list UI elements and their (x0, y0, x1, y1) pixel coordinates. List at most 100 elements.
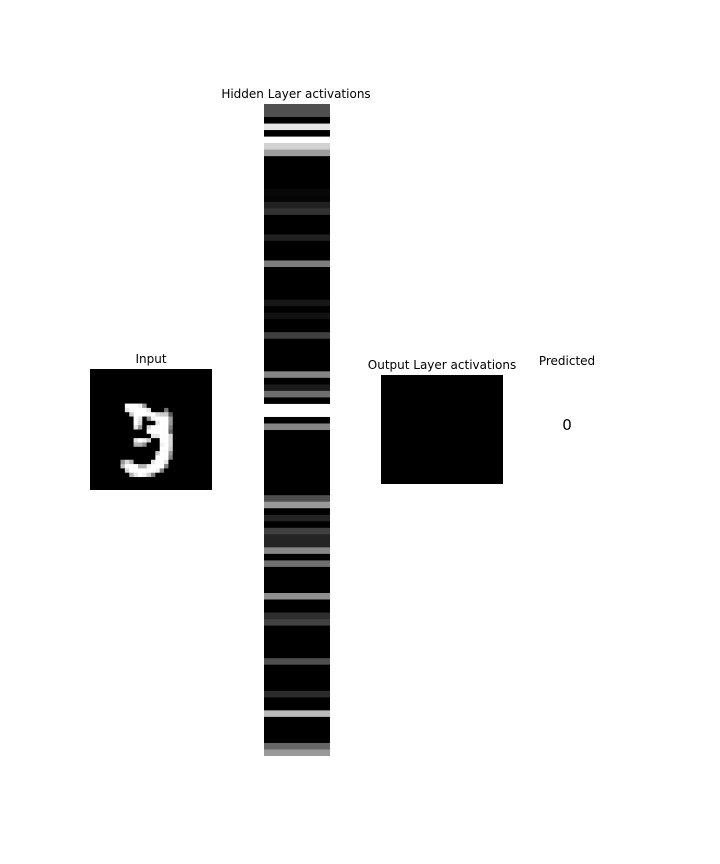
input-pixel-cell (181, 485, 187, 490)
input-pixel-cell (137, 451, 143, 456)
input-pixel-cell (151, 390, 156, 396)
input-pixel-cell (207, 433, 212, 439)
output-unit-cell (490, 375, 503, 387)
input-pixel-cell (120, 451, 126, 456)
input-pixel-cell (111, 468, 117, 474)
output-unit-cell (429, 429, 443, 441)
input-pixel-cell (107, 481, 113, 486)
hidden-unit-cell (264, 201, 330, 209)
input-pixel-cell (155, 373, 161, 378)
input-pixel-cell (203, 394, 208, 400)
input-pixel-cell (172, 459, 178, 465)
input-pixel-cell (124, 459, 130, 465)
input-pixel-cell (155, 433, 161, 439)
input-pixel-cell (142, 438, 147, 443)
input-pixel-cell (203, 399, 208, 404)
input-pixel-cell (194, 416, 200, 422)
input-pixel-cell (146, 459, 152, 465)
input-pixel-cell (207, 369, 212, 374)
input-pixel-cell (90, 477, 95, 482)
input-pixel-cell (151, 425, 156, 430)
output-unit-cell (454, 429, 467, 441)
input-pixel-cell (90, 369, 95, 374)
hidden-unit-cell (264, 299, 330, 307)
input-pixel-cell (133, 429, 139, 435)
input-pixel-cell (203, 451, 208, 456)
input-pixel-cell (185, 407, 191, 413)
input-pixel-cell (168, 429, 174, 435)
output-unit-cell (442, 429, 455, 441)
input-pixel-cell (151, 446, 156, 452)
output-unit-cell (442, 407, 455, 419)
input-pixel-cell (133, 381, 139, 387)
input-pixel-cell (133, 446, 139, 452)
input-pixel-cell (98, 451, 104, 456)
hidden-unit-cell (264, 443, 330, 450)
hidden-unit-cell (264, 553, 330, 561)
input-pixel-cell (181, 459, 187, 465)
hidden-unit-cell (264, 188, 330, 196)
hidden-unit-cell (264, 397, 330, 405)
input-pixel-cell (111, 377, 117, 383)
input-pixel-cell (172, 412, 178, 417)
input-pixel-cell (194, 373, 200, 378)
hidden-unit-cell (264, 345, 330, 353)
input-pixel-cell (151, 433, 156, 439)
input-pixel-cell (159, 381, 165, 387)
hidden-unit-cell (264, 462, 330, 470)
input-pixel-cell (111, 464, 117, 469)
input-pixel-cell (185, 425, 191, 430)
input-pixel-cell (116, 403, 121, 409)
input-pixel-cell (98, 446, 104, 452)
output-unit-cell (393, 429, 406, 441)
input-pixel-cell (159, 433, 165, 439)
input-pixel-cell (172, 477, 178, 482)
input-pixel-cell (185, 455, 191, 461)
output-unit-cell (466, 473, 479, 484)
hidden-unit-cell (264, 606, 330, 613)
input-pixel-cell (116, 433, 121, 439)
input-pixel-cell (129, 386, 134, 391)
input-pixel-cell (107, 386, 113, 391)
hidden-unit-cell (264, 697, 330, 705)
input-pixel-cell (107, 464, 113, 469)
input-pixel-cell (155, 472, 161, 478)
hidden-unit-cell (264, 716, 330, 724)
input-pixel-cell (111, 425, 117, 430)
input-pixel-cell (129, 438, 134, 443)
output-unit-cell (429, 440, 443, 452)
hidden-unit-cell (264, 123, 330, 131)
input-pixel-cell (90, 403, 95, 409)
input-pixel-cell (177, 425, 182, 430)
input-pixel-cell (177, 429, 182, 435)
input-pixel-cell (103, 438, 108, 443)
input-pixel-cell (198, 403, 204, 409)
input-pixel-cell (168, 425, 174, 430)
input-pixel-cell (137, 416, 143, 422)
input-pixel-cell (94, 425, 100, 430)
hidden-unit-cell (264, 560, 330, 568)
input-pixel-cell (207, 394, 212, 400)
input-pixel-cell (194, 425, 200, 430)
input-pixel-cell (129, 403, 134, 409)
input-pixel-cell (168, 412, 174, 417)
input-pixel-cell (142, 459, 147, 465)
input-pixel-cell (137, 481, 143, 486)
input-pixel-cell (172, 468, 178, 474)
output-unit-cell (417, 473, 431, 484)
input-pixel-cell (168, 403, 174, 409)
input-pixel-cell (181, 481, 187, 486)
output-unit-cell (429, 396, 443, 408)
output-unit-cell (442, 451, 455, 463)
input-pixel-cell (124, 373, 130, 378)
input-pixel-cell (142, 373, 147, 378)
input-pixel-cell (111, 420, 117, 426)
input-pixel-cell (190, 464, 195, 469)
output-unit-cell (393, 396, 406, 408)
output-unit-cell (405, 385, 418, 398)
input-pixel-cell (116, 420, 121, 426)
input-pixel-cell (94, 481, 100, 486)
input-pixel-cell (116, 438, 121, 443)
input-pixel-cell (120, 455, 126, 461)
hidden-unit-cell (264, 534, 330, 542)
